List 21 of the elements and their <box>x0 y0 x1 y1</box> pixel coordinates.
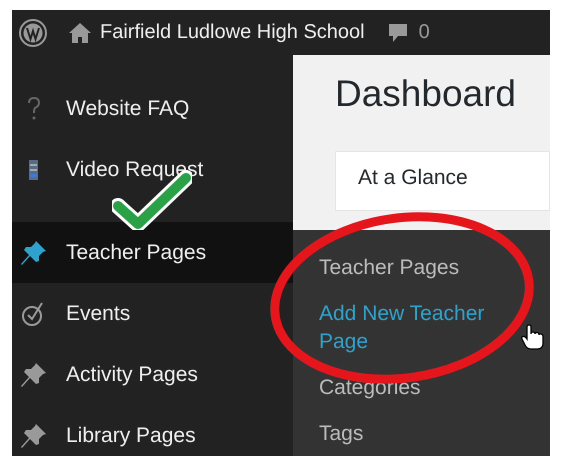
sidebar-item[interactable]: Website FAQ <box>12 78 293 139</box>
page-title: Dashboard <box>334 72 518 116</box>
wordpress-logo-icon[interactable] <box>18 18 48 48</box>
pin-icon <box>20 422 48 450</box>
panel-title: At a Glance <box>358 166 468 189</box>
comment-count: 0 <box>418 21 430 44</box>
submenu-item[interactable]: Tags <box>319 420 519 448</box>
sidebar-item[interactable]: Events <box>12 283 293 344</box>
submenu-item[interactable]: Categories <box>319 374 519 402</box>
hand-cursor-icon <box>520 323 544 351</box>
home-icon[interactable] <box>68 22 92 44</box>
sidebar-item[interactable]: Teacher Pages <box>12 222 293 283</box>
film-icon <box>29 160 38 180</box>
site-title[interactable]: Fairfield Ludlowe High School <box>100 21 365 44</box>
pin-icon <box>20 238 48 266</box>
submenu-item[interactable]: Add New Teacher Page <box>319 300 519 356</box>
sidebar-item[interactable]: Activity Pages <box>12 344 293 405</box>
sidebar-item[interactable]: Library Pages <box>12 405 293 456</box>
pin-icon <box>20 360 48 388</box>
submenu-item[interactable]: Teacher Pages <box>319 254 519 282</box>
comment-icon[interactable] <box>386 22 409 44</box>
